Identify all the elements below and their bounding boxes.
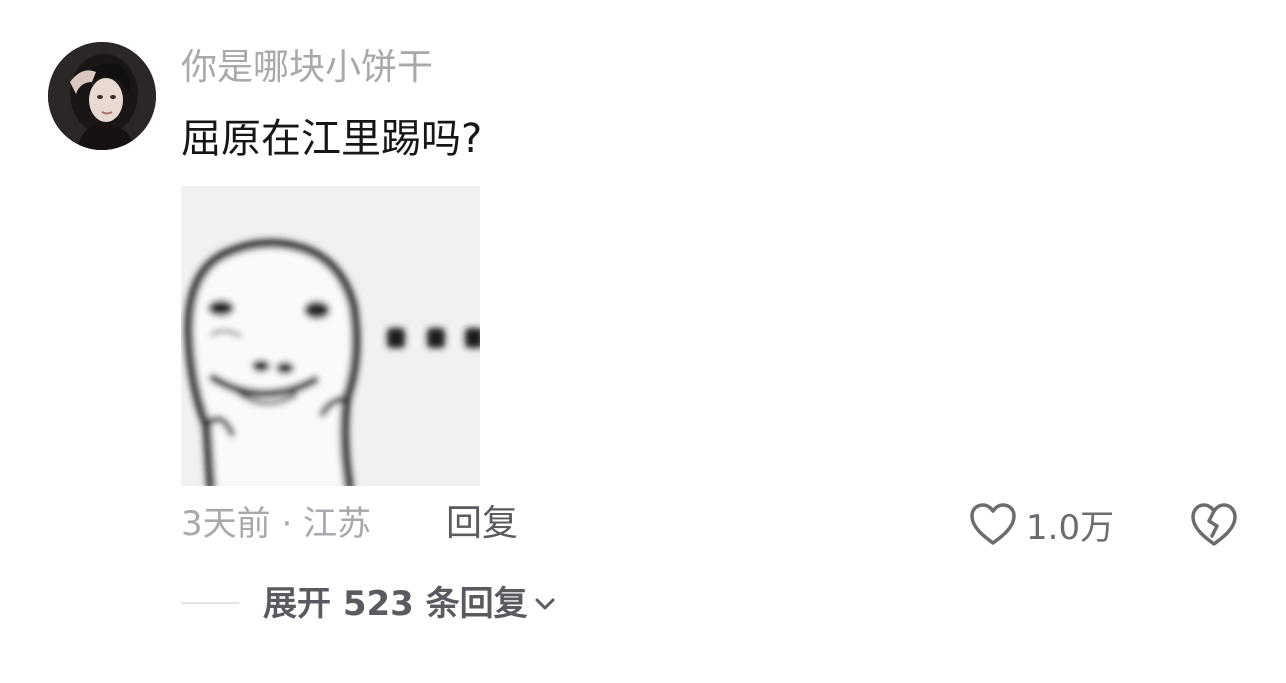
comment-time-location: 3天前 · 江苏 bbox=[181, 504, 372, 544]
broken-heart-icon bbox=[1191, 503, 1237, 546]
expand-replies-label: 展开 523 条回复 bbox=[263, 584, 528, 624]
username[interactable]: 你是哪块小饼干 bbox=[181, 44, 433, 92]
expand-replies-button[interactable]: 展开 523 条回复 bbox=[263, 580, 556, 628]
chevron-down-icon bbox=[535, 598, 555, 610]
dislike-button[interactable] bbox=[1188, 498, 1240, 550]
heart-outline-icon bbox=[970, 503, 1016, 545]
avatar[interactable] bbox=[48, 42, 156, 150]
blurry-meme-face-ellipsis-icon bbox=[181, 186, 480, 486]
like-button[interactable]: 1.0万 bbox=[968, 496, 1114, 552]
comment-sticker-image[interactable] bbox=[181, 186, 480, 486]
expand-divider bbox=[181, 602, 239, 604]
reply-button[interactable]: 回复 bbox=[446, 500, 518, 548]
like-count: 1.0万 bbox=[1026, 507, 1115, 548]
comment-text: 屈原在江里踢吗? bbox=[181, 116, 483, 162]
comment-item: 你是哪块小饼干 屈原在江里踢吗? 3天前 · 江苏 回复 1.0万 展开 523… bbox=[0, 0, 1286, 683]
